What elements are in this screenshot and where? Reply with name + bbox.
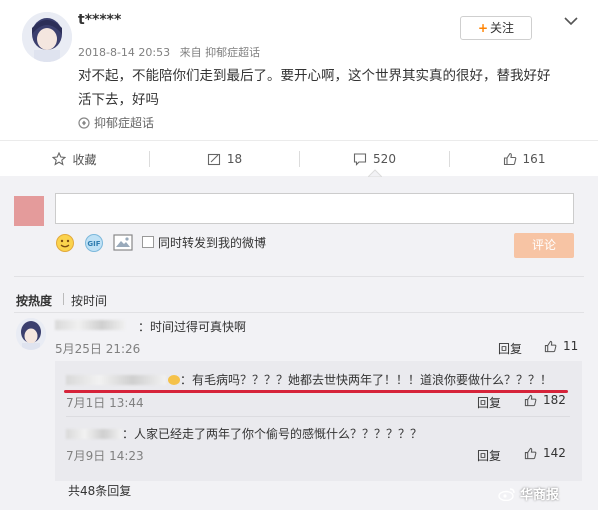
comment-icon: [353, 153, 367, 166]
like-count: 161: [522, 152, 546, 166]
reply-time: 7月9日 14:23: [66, 449, 144, 463]
favorite-label: 收藏: [72, 152, 97, 167]
like-button[interactable]: 161: [450, 141, 598, 177]
gif-icon[interactable]: GIF: [84, 233, 104, 253]
reply-text: ：有毛病吗？？？？她都去世快两年了！！！道浪你要做什么？？？！: [180, 373, 553, 387]
comment-input[interactable]: [55, 193, 574, 224]
repost-count: 18: [226, 152, 243, 166]
blurred-username[interactable]: [66, 375, 166, 385]
author-name[interactable]: t*****: [78, 12, 121, 28]
forward-label: 同时转发到我的微博: [158, 236, 267, 250]
divider: [14, 276, 584, 277]
emoji-icon[interactable]: [55, 233, 75, 253]
commenter-avatar[interactable]: [16, 318, 46, 350]
reply-like-button[interactable]: 182: [524, 393, 566, 407]
follow-button[interactable]: + 关注: [460, 16, 532, 40]
comment-count: 520: [373, 152, 396, 166]
caret-pointer: [368, 169, 382, 177]
comment-like-count: 11: [563, 339, 579, 353]
repost-button[interactable]: 18: [150, 141, 299, 177]
comment-reply-button[interactable]: 回复: [498, 340, 522, 357]
comment-like-button[interactable]: 11: [544, 339, 578, 353]
forward-checkbox[interactable]: [142, 236, 154, 248]
divider: [66, 416, 570, 417]
reply-row: ：有毛病吗？？？？她都去世快两年了！！！道浪你要做什么？？？！: [66, 371, 552, 388]
thumb-up-icon: [544, 340, 557, 352]
badge-icon: [168, 375, 180, 385]
post-date[interactable]: 2018-8-14 20:53: [78, 46, 170, 59]
commenter-name[interactable]: [55, 318, 125, 332]
author-avatar[interactable]: [22, 12, 72, 62]
reply-reply-button[interactable]: 回复: [477, 447, 501, 464]
svg-text:GIF: GIF: [87, 240, 100, 248]
sort-by-hot-tab[interactable]: 按热度: [16, 292, 52, 309]
reply-like-count: 182: [543, 393, 566, 407]
post-content: 对不起，不能陪你们走到最后了。要开心啊，这个世界其实真的很好，替我好好活下去，好…: [78, 68, 551, 108]
reply-time: 7月1日 13:44: [66, 396, 144, 410]
blurred-username: [55, 320, 125, 330]
comment-time: 5月25日 21:26: [55, 342, 141, 356]
star-icon: [52, 152, 67, 166]
blurred-username[interactable]: [66, 429, 122, 439]
watermark-text: 华商报: [520, 488, 560, 503]
weibo-icon: [498, 487, 515, 501]
submit-comment-button[interactable]: 评论: [514, 233, 574, 258]
thumb-up-icon: [524, 447, 537, 459]
chevron-down-icon[interactable]: [562, 12, 580, 30]
topic-tag[interactable]: 抑郁症超话: [78, 114, 154, 131]
my-avatar: [14, 196, 44, 226]
action-bar: 收藏 18 520 161: [0, 140, 598, 176]
reply-like-count: 142: [543, 446, 566, 460]
sort-by-time-tab[interactable]: 按时间: [71, 292, 107, 309]
follow-label: 关注: [490, 21, 515, 35]
total-replies-link[interactable]: 共48条回复: [68, 482, 131, 499]
divider: [14, 312, 584, 313]
repost-icon: [207, 153, 220, 166]
thumb-up-icon: [503, 152, 516, 166]
favorite-button[interactable]: 收藏: [0, 141, 149, 177]
plus-icon: +: [477, 21, 489, 35]
topic-label: 抑郁症超话: [94, 116, 155, 130]
super-topic-icon: [78, 117, 90, 129]
comment-text: ：时间过得可真快啊: [138, 320, 247, 334]
reply-row: ：人家已经走了两年了你个偷号的感慨什么？？？？？？: [66, 425, 422, 442]
thumb-up-icon: [524, 394, 537, 406]
reply-reply-button[interactable]: 回复: [477, 394, 501, 411]
watermark: 华商报: [498, 484, 559, 503]
post-meta: 2018-8-14 20:53 来自 抑郁症超话: [78, 44, 260, 60]
image-icon[interactable]: [113, 234, 133, 251]
source-prefix: 来自: [179, 46, 202, 59]
reply-like-button[interactable]: 142: [524, 446, 566, 460]
reply-text: ：人家已经走了两年了你个偷号的感慨什么？？？？？？: [122, 427, 423, 441]
divider: [63, 293, 64, 305]
source-link[interactable]: 抑郁症超话: [205, 46, 260, 59]
highlight-underline: [64, 390, 568, 393]
